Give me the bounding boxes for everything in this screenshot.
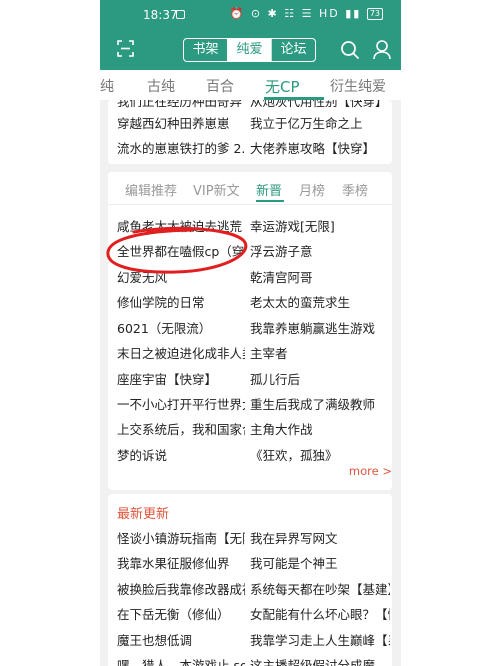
latest-updates-card: 最新更新 怪谈小镇游玩指南【无限】 我在异界写网文 我靠水果征服修仙界 我可能是… <box>108 494 392 666</box>
book-title[interactable]: 我靠养崽躺赢逃生游戏 <box>250 318 390 337</box>
tab-vip-new[interactable]: VIP新文 <box>193 180 240 199</box>
book-title[interactable]: 《狂欢，孤独》 <box>250 445 390 464</box>
book-title[interactable]: 从炮灰代用性别【快穿】 <box>250 100 390 110</box>
book-title[interactable]: 幸运游戏[无限] <box>250 216 390 235</box>
tab-editor-pick[interactable]: 编辑推荐 <box>125 180 177 199</box>
category-tab-baihe[interactable]: 百合 <box>206 76 234 96</box>
book-title[interactable]: 流水的崽崽铁打的爹 2.0 <box>117 138 245 157</box>
book-title[interactable]: 我立于亿万生命之上 <box>250 113 390 132</box>
book-title[interactable]: 我在异界写网文 <box>250 528 390 547</box>
tab-monthly[interactable]: 月榜 <box>299 180 325 199</box>
tab-seasonal[interactable]: 季榜 <box>342 180 368 199</box>
tab-bookshelf[interactable]: 书架 <box>184 39 227 61</box>
ranking-tabs: 编辑推荐 VIP新文 新晋 月榜 季榜 <box>108 172 392 205</box>
book-title[interactable]: 我靠水果征服修仙界 <box>117 553 245 572</box>
book-title[interactable]: 上交系统后，我和国家合作 <box>117 419 245 438</box>
book-title[interactable]: 梦的诉说 <box>117 445 245 464</box>
category-tab-guchun[interactable]: 古纯 <box>147 76 175 96</box>
book-title[interactable]: 被换脸后我靠修改器成神 <box>117 579 245 598</box>
status-time: 18:37 <box>143 8 178 22</box>
book-title[interactable]: 修仙学院的日常 <box>117 292 245 311</box>
book-title[interactable]: 座座宇宙【快穿】 <box>117 369 245 388</box>
book-title[interactable]: 末日之被迫进化成非人类 <box>117 343 245 362</box>
ranking-active-indicator <box>256 200 284 202</box>
section-title: 最新更新 <box>117 507 170 522</box>
phone-screen: 18:37 ⏰ ⊙ ✱ ☷ ☰ HD ▮▮ 73 书架 纯爱 论坛 纯 古纯 百… <box>100 0 401 666</box>
book-title[interactable]: 重生后我成了满级教师 <box>250 394 390 413</box>
category-tab-wucp[interactable]: 无CP <box>265 76 300 97</box>
book-title[interactable]: 怪谈小镇游玩指南【无限】 <box>117 528 245 547</box>
status-bar: 18:37 ⏰ ⊙ ✱ ☷ ☰ HD ▮▮ 73 <box>100 0 401 30</box>
book-title[interactable]: 嘿，猎人，本游戏止 solo <box>117 655 245 666</box>
book-title[interactable]: 主角大作战 <box>250 419 390 438</box>
ranking-card: 编辑推荐 VIP新文 新晋 月榜 季榜 咸鱼老太太被迫去逃荒 幸运游戏[无限] … <box>108 172 392 490</box>
book-title[interactable]: 大佬养崽攻略【快穿】 <box>250 138 390 157</box>
book-title[interactable]: 乾清宫阿哥 <box>250 267 390 286</box>
section-switcher: 书架 纯爱 论坛 <box>183 38 316 62</box>
book-title[interactable]: 我们正在经历种田奇异 <box>117 100 245 110</box>
scan-icon[interactable] <box>117 40 134 57</box>
book-title[interactable]: 一不小心打开平行世界大门 <box>117 394 245 413</box>
category-tab-chun[interactable]: 纯 <box>100 76 114 96</box>
status-icons: ⏰ ⊙ ✱ ☷ ☰ HD ▮▮ 73 <box>230 7 383 20</box>
book-title[interactable]: 我靠学习走上人生巅峰【系统】 <box>250 630 390 649</box>
book-title[interactable]: 系统每天都在吵架【基建】 <box>250 579 390 598</box>
book-title[interactable]: 幻爱无风 <box>117 267 245 286</box>
status-icon-glyphs: ⏰ ⊙ ✱ ☷ ☰ HD ▮▮ <box>229 7 362 20</box>
battery-icon: 73 <box>366 8 383 20</box>
book-title[interactable]: 老太太的蛮荒求生 <box>250 292 390 311</box>
book-title[interactable]: 魔王也想低调 <box>117 630 245 649</box>
book-title[interactable]: 女配能有什么坏心眼？【快穿】 <box>250 604 390 623</box>
more-link[interactable]: more > <box>349 464 392 478</box>
app-header: 书架 纯爱 论坛 <box>100 30 401 70</box>
book-title[interactable]: 咸鱼老太太被迫去逃荒 <box>117 216 245 235</box>
book-title[interactable]: 6021（无限流） <box>117 318 245 337</box>
book-title[interactable]: 全世界都在嗑假cp（穿书） <box>117 241 245 260</box>
tab-new-promotion[interactable]: 新晋 <box>256 180 282 199</box>
category-tab-yansheng[interactable]: 衍生纯爱 <box>330 76 386 96</box>
notification-icon <box>176 10 185 19</box>
book-title[interactable]: 浮云游子意 <box>250 241 390 260</box>
search-icon[interactable] <box>340 40 360 60</box>
book-title[interactable]: 在下岳无衡（修仙） <box>117 604 245 623</box>
book-title[interactable]: 主宰者 <box>250 343 390 362</box>
book-title[interactable]: 我可能是个神王 <box>250 553 390 572</box>
user-icon[interactable] <box>372 39 392 61</box>
book-list-card: 我们正在经历种田奇异 从炮灰代用性别【快穿】 穿越西幻种田养崽崽 我立于亿万生命… <box>108 100 392 164</box>
book-title[interactable]: 这主播超级假讨分成魔 <box>250 655 390 666</box>
book-title[interactable]: 孤儿行后 <box>250 369 390 388</box>
category-tabs: 纯 古纯 百合 无CP 衍生纯爱 <box>100 70 401 100</box>
tab-forum[interactable]: 论坛 <box>271 39 315 61</box>
book-title[interactable]: 穿越西幻种田养崽崽 <box>117 113 245 132</box>
tab-chunai[interactable]: 纯爱 <box>227 39 271 61</box>
